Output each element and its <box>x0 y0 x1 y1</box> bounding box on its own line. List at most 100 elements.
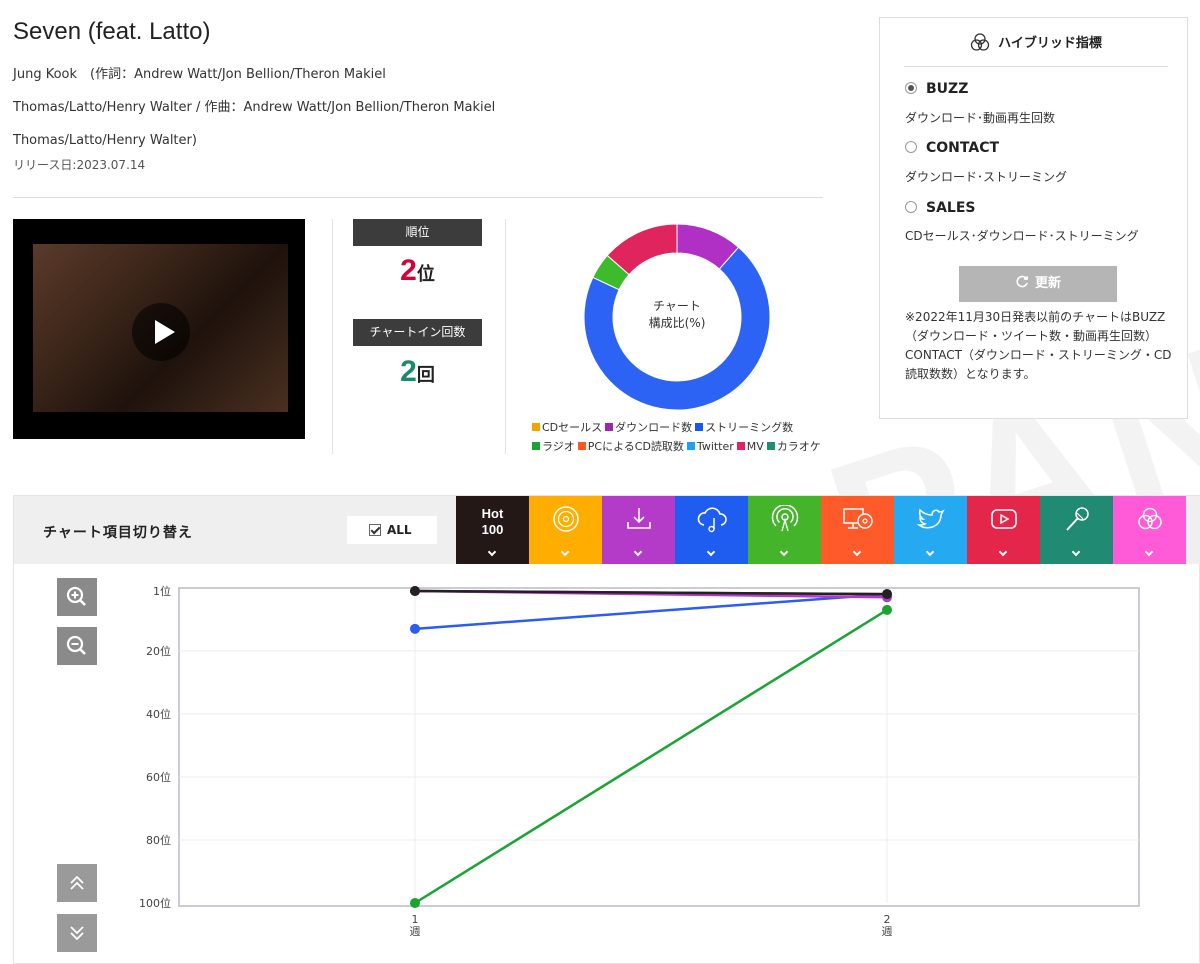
chevron-down-icon <box>998 547 1008 557</box>
data-point[interactable] <box>410 586 420 596</box>
y-tick-label: 80位 <box>146 833 171 847</box>
legend-label: CDセールス <box>542 421 603 434</box>
credit-line: Thomas/Latto/Henry Walter / 作曲：Andrew Wa… <box>13 100 496 115</box>
update-button[interactable]: 更新 <box>959 266 1117 302</box>
legend-item: ダウンロード数 <box>605 418 692 437</box>
microphone-icon <box>1066 507 1089 531</box>
composition-donut-chart: チャート 構成比(%) <box>583 223 771 411</box>
option-buzz[interactable]: BUZZ <box>905 81 968 97</box>
credit-line: Thomas/Latto/Henry Walter) <box>13 133 197 148</box>
chevron-down-icon <box>560 547 570 557</box>
legend-item: CDセールス <box>532 418 602 437</box>
scroll-up-button[interactable] <box>57 864 97 902</box>
legend-item: ストリーミング数 <box>695 418 793 437</box>
rank-number: 2 <box>400 254 417 287</box>
pc-disc-icon <box>843 508 873 529</box>
refresh-icon <box>1016 275 1028 288</box>
play-button[interactable] <box>132 303 190 361</box>
tab-download[interactable] <box>602 496 675 564</box>
chartin-unit: 回 <box>416 365 435 386</box>
data-point[interactable] <box>882 589 892 600</box>
tab-hybrid[interactable] <box>1113 496 1186 564</box>
composition-legend: CDセールス ダウンロード数 ストリーミング数 ラジオ PCによるCD読取数 Twitte… <box>532 418 852 456</box>
divider <box>505 219 506 454</box>
radio-icon <box>771 505 799 532</box>
legend-label: Twitter <box>696 440 734 453</box>
data-point[interactable] <box>410 623 420 634</box>
legend-item: カラオケ <box>766 437 821 456</box>
hybrid-index-title: ハイブリッド指標 <box>998 36 1102 51</box>
tab-karaoke[interactable] <box>1040 496 1113 564</box>
legend-swatch <box>695 423 704 431</box>
data-point[interactable] <box>410 898 420 908</box>
option-label: SALES <box>926 200 976 216</box>
all-checkbox[interactable]: ALL <box>347 516 437 544</box>
radio-button[interactable] <box>905 82 917 94</box>
series-line <box>414 589 888 596</box>
option-sales[interactable]: SALES <box>905 200 976 216</box>
zoom-out-button[interactable] <box>57 627 97 665</box>
legend-label: ストリーミング数 <box>705 421 794 434</box>
tab-pc-cd[interactable] <box>821 496 894 564</box>
legend-label: ダウンロード数 <box>615 421 693 434</box>
chevron-down-icon <box>1144 547 1154 557</box>
x-tick-label: 週 <box>410 925 421 938</box>
chevron-down-icon <box>925 547 935 557</box>
chart-panel: チャート項目切り替え ALL Hot 100 1位 20位 40位 60位 80位 100位… <box>13 495 1200 964</box>
chartin-label: チャートイン回数 <box>353 319 482 346</box>
release-date: リリース日:2023.07.14 <box>13 158 146 172</box>
chart-panel-header: チャート項目切り替え ALL Hot 100 <box>14 496 1200 564</box>
zoom-in-icon <box>66 586 86 606</box>
legend-item: MV <box>736 437 764 456</box>
tab-mv[interactable] <box>967 496 1040 564</box>
option-contact[interactable]: CONTACT <box>905 140 999 156</box>
tab-twitter[interactable] <box>894 496 967 564</box>
legend-swatch <box>686 442 695 450</box>
legend-label: MV <box>746 440 764 453</box>
divider <box>13 197 823 198</box>
download-icon <box>627 508 651 529</box>
y-tick-label: 60位 <box>146 770 171 784</box>
rank-label: 順位 <box>353 219 482 246</box>
rank-history-chart: 1位20位40位60位80位100位1週2週 <box>139 584 1140 938</box>
series-line <box>414 592 888 631</box>
tab-streaming[interactable] <box>675 496 748 564</box>
scroll-down-button[interactable] <box>57 914 97 952</box>
legend-item: Twitter <box>686 437 734 456</box>
option-desc: ダウンロード･ストリーミング <box>905 170 1068 184</box>
data-point[interactable] <box>882 604 892 615</box>
plot-frame <box>178 587 1140 907</box>
checkbox-icon[interactable] <box>369 524 381 536</box>
legend-swatch <box>736 442 745 450</box>
all-label: ALL <box>387 523 412 537</box>
hybrid-icon <box>1138 507 1162 530</box>
legend-swatch <box>605 423 614 431</box>
x-tick-label: 週 <box>882 925 893 938</box>
tab-label: Hot 100 <box>481 506 504 537</box>
legend-swatch <box>766 442 775 450</box>
chevron-down-icon <box>852 547 862 557</box>
hybrid-index-panel: ハイブリッド指標 BUZZ ダウンロード･動画再生回数 CONTACT ダウンロ… <box>879 17 1188 419</box>
chartin-number: 2 <box>400 355 417 388</box>
tab-hot100[interactable]: Hot 100 <box>456 496 529 564</box>
legend-label: PCによるCD読取数 <box>587 440 684 453</box>
cd-icon <box>553 506 579 532</box>
y-tick-label: 100位 <box>139 896 171 910</box>
y-tick-label: 1位 <box>153 584 171 598</box>
option-desc: CDセールス･ダウンロード･ストリーミング <box>905 229 1139 243</box>
radio-button[interactable] <box>905 201 917 213</box>
chevron-down-icon <box>633 547 643 557</box>
tab-cd[interactable] <box>529 496 602 564</box>
series-line <box>414 608 888 905</box>
chevron-down-icon <box>779 547 789 557</box>
legend-swatch <box>532 442 540 450</box>
radio-button[interactable] <box>905 141 917 153</box>
tab-radio[interactable] <box>748 496 821 564</box>
double-chevron-up-icon <box>70 875 84 890</box>
legend-swatch <box>577 442 586 450</box>
video-player[interactable] <box>13 219 305 439</box>
zoom-in-button[interactable] <box>57 578 97 616</box>
double-chevron-down-icon <box>70 926 84 941</box>
donut-center-label: チャート <box>653 299 701 313</box>
legend-label: カラオケ <box>776 440 821 453</box>
